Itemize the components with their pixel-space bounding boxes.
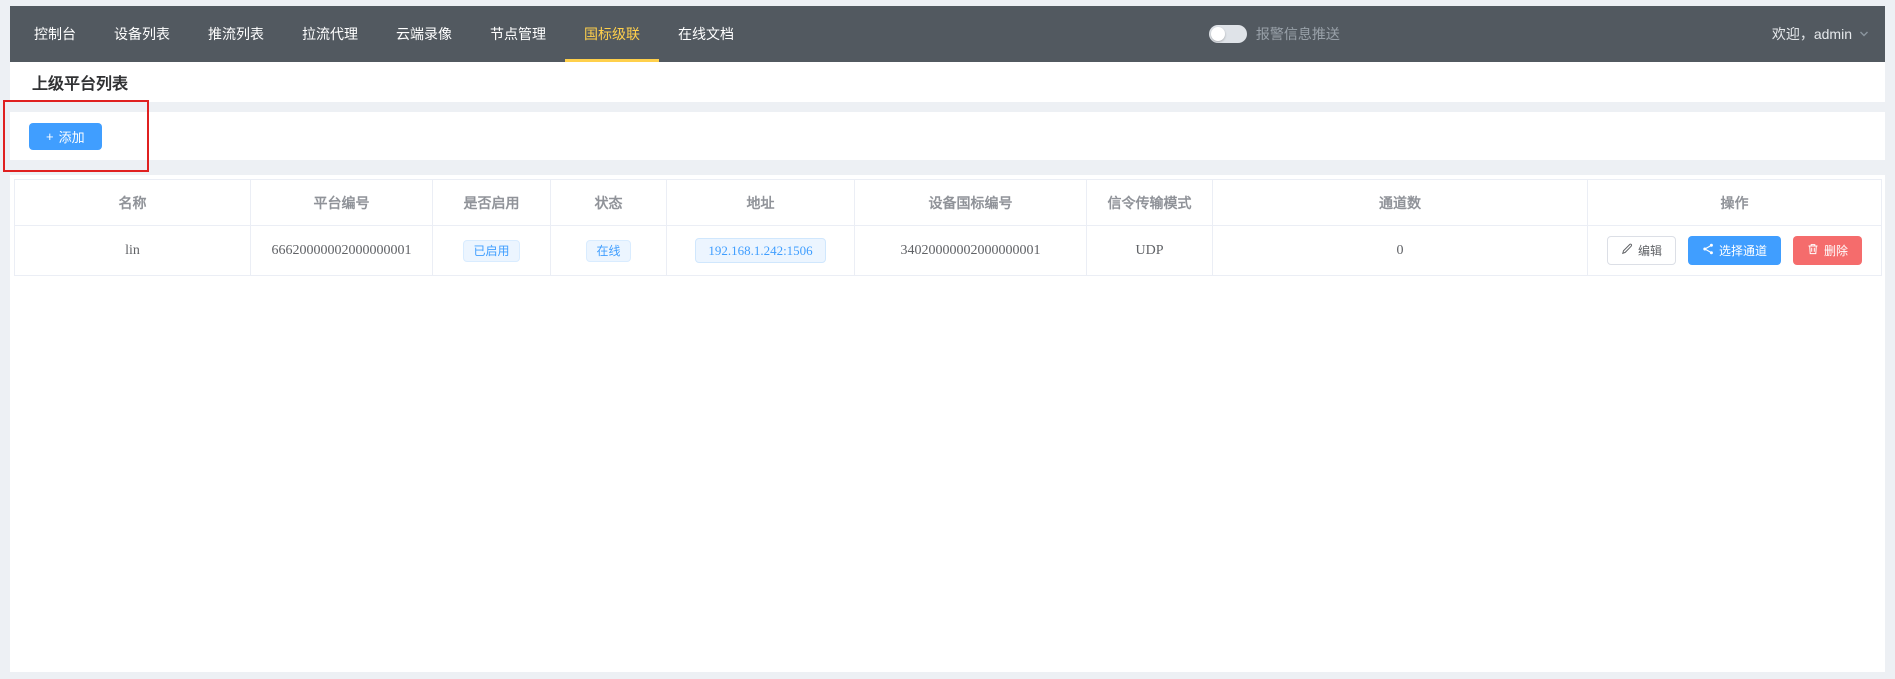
col-header-name: 名称 [15, 180, 251, 226]
col-header-platform-id: 平台编号 [251, 180, 433, 226]
edit-button-label: 编辑 [1638, 242, 1662, 259]
cell-address: 192.168.1.242:1506 [667, 226, 855, 276]
col-header-transport-mode: 信令传输模式 [1087, 180, 1213, 226]
share-icon [1702, 243, 1714, 258]
cell-channel-count: 0 [1213, 226, 1588, 276]
col-header-channel-count: 通道数 [1213, 180, 1588, 226]
select-channel-button[interactable]: 选择通道 [1688, 236, 1781, 265]
nav-item-node-manage[interactable]: 节点管理 [471, 6, 565, 62]
welcome-text: 欢迎，admin [1772, 24, 1852, 44]
nav-item-cloud-record[interactable]: 云端录像 [377, 6, 471, 62]
plus-icon: + [46, 129, 54, 144]
select-channel-label: 选择通道 [1719, 242, 1767, 259]
cell-transport-mode: UDP [1087, 226, 1213, 276]
col-header-actions: 操作 [1588, 180, 1882, 226]
cell-enabled: 已启用 [433, 226, 551, 276]
trash-icon [1807, 243, 1819, 258]
nav-item-gb-cascade[interactable]: 国标级联 [565, 6, 659, 62]
table-header-row: 名称 平台编号 是否启用 状态 地址 设备国标编号 信令传输模式 通道数 操作 [15, 180, 1882, 226]
delete-button-label: 删除 [1824, 242, 1848, 259]
toolbar: + 添加 [10, 112, 1885, 160]
col-header-gb-device-id: 设备国标编号 [855, 180, 1087, 226]
col-header-address: 地址 [667, 180, 855, 226]
toggle-knob [1211, 27, 1225, 41]
navbar-right: 报警信息推送 欢迎，admin [1209, 6, 1885, 62]
cell-name: lin [15, 226, 251, 276]
chevron-down-icon [1859, 29, 1869, 39]
address-chip[interactable]: 192.168.1.242:1506 [695, 238, 825, 263]
top-navbar: 控制台 设备列表 推流列表 拉流代理 云端录像 节点管理 国标级联 在线文档 报… [10, 6, 1885, 62]
edit-pencil-icon [1621, 243, 1633, 258]
cell-gb-device-id: 34020000002000000001 [855, 226, 1087, 276]
platform-table: 名称 平台编号 是否启用 状态 地址 设备国标编号 信令传输模式 通道数 操作 … [14, 179, 1882, 276]
table-row: lin 66620000002000000001 已启用 在线 192.168.… [15, 226, 1882, 276]
nav-item-device-list[interactable]: 设备列表 [95, 6, 189, 62]
platform-table-card: 名称 平台编号 是否启用 状态 地址 设备国标编号 信令传输模式 通道数 操作 … [10, 175, 1885, 672]
add-button-label: 添加 [59, 127, 85, 146]
cell-platform-id: 66620000002000000001 [251, 226, 433, 276]
page-title: 上级平台列表 [32, 70, 128, 94]
enabled-badge: 已启用 [463, 240, 519, 262]
edit-button[interactable]: 编辑 [1607, 236, 1676, 265]
col-header-status: 状态 [551, 180, 667, 226]
title-card: 上级平台列表 [10, 62, 1885, 102]
delete-button[interactable]: 删除 [1793, 236, 1862, 265]
cell-status: 在线 [551, 226, 667, 276]
alarm-push-label: 报警信息推送 [1256, 24, 1340, 44]
page: 控制台 设备列表 推流列表 拉流代理 云端录像 节点管理 国标级联 在线文档 报… [0, 0, 1895, 672]
add-button[interactable]: + 添加 [29, 123, 102, 150]
nav-item-console[interactable]: 控制台 [15, 6, 95, 62]
user-menu[interactable]: 欢迎，admin [1772, 24, 1885, 44]
alarm-push-toggle[interactable] [1209, 25, 1247, 43]
alarm-push-group: 报警信息推送 [1209, 24, 1340, 44]
nav-item-push-list[interactable]: 推流列表 [189, 6, 283, 62]
status-badge: 在线 [586, 240, 630, 262]
nav-item-online-docs[interactable]: 在线文档 [659, 6, 753, 62]
col-header-enabled: 是否启用 [433, 180, 551, 226]
cell-actions: 编辑 选择通道 [1588, 226, 1882, 276]
nav-item-pull-proxy[interactable]: 拉流代理 [283, 6, 377, 62]
